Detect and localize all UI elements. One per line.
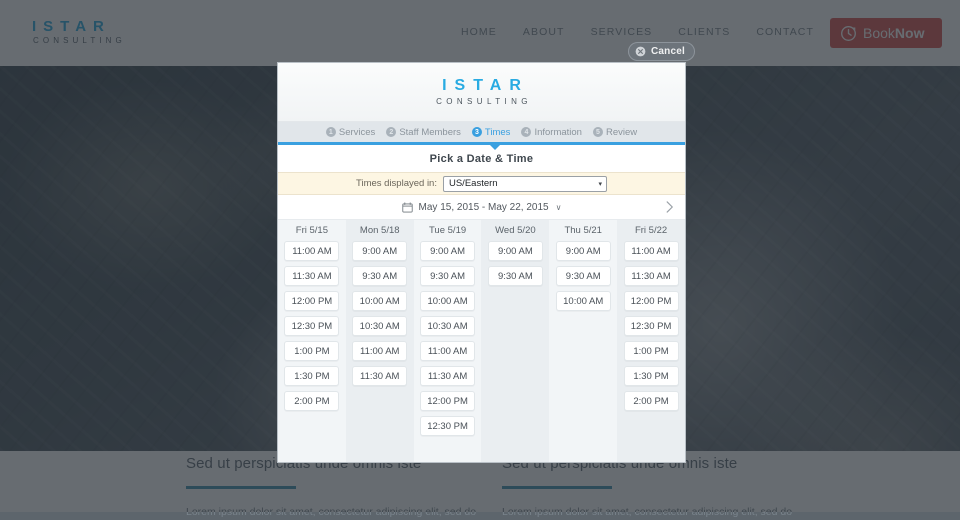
step-number-5: 5 [593,127,603,137]
time-slot[interactable]: 11:00 AM [420,341,475,361]
time-slot[interactable]: 9:00 AM [488,241,543,261]
day-header: Thu 5/21 [564,225,602,236]
timezone-selected-value: US/Eastern [449,178,498,189]
date-range-chevron-icon: ∨ [556,203,562,212]
time-slot[interactable]: 11:30 AM [420,366,475,386]
step-review[interactable]: 5 Review [593,127,637,138]
day-column-mon-5-18: Mon 5/18 9:00 AM 9:30 AM 10:00 AM 10:30 … [346,220,414,462]
time-slot[interactable]: 11:00 AM [352,341,407,361]
time-slot[interactable]: 9:30 AM [420,266,475,286]
step-label-staff-members: Staff Members [399,127,461,138]
step-times[interactable]: 3 Times [472,127,511,138]
time-slot[interactable]: 9:30 AM [488,266,543,286]
time-slot[interactable]: 9:30 AM [556,266,611,286]
time-slot[interactable]: 12:00 PM [284,291,339,311]
day-column-fri-5-15: Fri 5/15 11:00 AM 11:30 AM 12:00 PM 12:3… [278,220,346,462]
timezone-label: Times displayed in: [356,178,437,189]
day-header: Mon 5/18 [360,225,400,236]
day-header: Tue 5/19 [429,225,466,236]
chevron-right-icon[interactable] [663,201,676,214]
step-services[interactable]: 1 Services [326,127,375,138]
time-slot[interactable]: 12:00 PM [624,291,679,311]
cancel-button[interactable]: Cancel [628,42,695,61]
day-header: Fri 5/22 [635,225,667,236]
step-information[interactable]: 4 Information [521,127,582,138]
step-label-review: Review [606,127,637,138]
step-staff-members[interactable]: 2 Staff Members [386,127,461,138]
step-number-1: 1 [326,127,336,137]
booking-modal: ISTAR CONSULTING 1 Services 2 Staff Memb… [277,62,686,463]
step-indicator: 1 Services 2 Staff Members 3 Times 4 Inf… [278,122,685,145]
date-range-nav: May 15, 2015 - May 22, 2015 ∨ [278,195,685,220]
time-slot[interactable]: 9:00 AM [556,241,611,261]
time-slot[interactable]: 12:30 PM [420,416,475,436]
time-slot[interactable]: 10:30 AM [420,316,475,336]
cancel-button-label: Cancel [651,46,685,57]
date-range-picker[interactable]: May 15, 2015 - May 22, 2015 ∨ [402,202,562,213]
chevron-down-icon: ▾ [598,180,602,188]
time-slot[interactable]: 9:00 AM [420,241,475,261]
time-slot[interactable]: 1:00 PM [284,341,339,361]
time-slot[interactable]: 2:00 PM [284,391,339,411]
day-column-tue-5-19: Tue 5/19 9:00 AM 9:30 AM 10:00 AM 10:30 … [414,220,482,462]
step-number-3: 3 [472,127,482,137]
time-slot[interactable]: 12:00 PM [420,391,475,411]
time-slot[interactable]: 10:00 AM [556,291,611,311]
time-slot[interactable]: 2:00 PM [624,391,679,411]
step-label-information: Information [534,127,582,138]
day-header: Wed 5/20 [495,225,536,236]
time-slot[interactable]: 12:30 PM [624,316,679,336]
day-column-thu-5-21: Thu 5/21 9:00 AM 9:30 AM 10:00 AM [549,220,617,462]
modal-logo-tagline: CONSULTING [436,95,532,108]
time-slot[interactable]: 10:00 AM [420,291,475,311]
day-header: Fri 5/15 [296,225,328,236]
close-circle-icon [635,46,646,57]
day-column-wed-5-20: Wed 5/20 9:00 AM 9:30 AM [481,220,549,462]
timezone-select[interactable]: US/Eastern ▾ [443,176,607,192]
date-range-label: May 15, 2015 - May 22, 2015 [419,202,549,213]
time-slot[interactable]: 1:30 PM [284,366,339,386]
step-label-times: Times [485,127,511,138]
step-number-2: 2 [386,127,396,137]
time-slot[interactable]: 1:30 PM [624,366,679,386]
time-slot[interactable]: 10:00 AM [352,291,407,311]
time-slot[interactable]: 1:00 PM [624,341,679,361]
time-slot[interactable]: 11:00 AM [284,241,339,261]
step-number-4: 4 [521,127,531,137]
time-slot[interactable]: 12:30 PM [284,316,339,336]
time-slot[interactable]: 10:30 AM [352,316,407,336]
time-slot-grid: Fri 5/15 11:00 AM 11:30 AM 12:00 PM 12:3… [278,220,685,462]
time-slot[interactable]: 9:30 AM [352,266,407,286]
modal-title: Pick a Date & Time [278,145,685,172]
time-slot[interactable]: 11:30 AM [624,266,679,286]
modal-logo-name: ISTAR [442,77,529,95]
timezone-bar: Times displayed in: US/Eastern ▾ [278,172,685,195]
time-slot[interactable]: 11:30 AM [284,266,339,286]
time-slot[interactable]: 11:30 AM [352,366,407,386]
day-column-fri-5-22: Fri 5/22 11:00 AM 11:30 AM 12:00 PM 12:3… [617,220,685,462]
time-slot[interactable]: 9:00 AM [352,241,407,261]
step-label-services: Services [339,127,375,138]
time-slot[interactable]: 11:00 AM [624,241,679,261]
calendar-icon [402,202,413,213]
modal-logo: ISTAR CONSULTING [278,63,685,122]
